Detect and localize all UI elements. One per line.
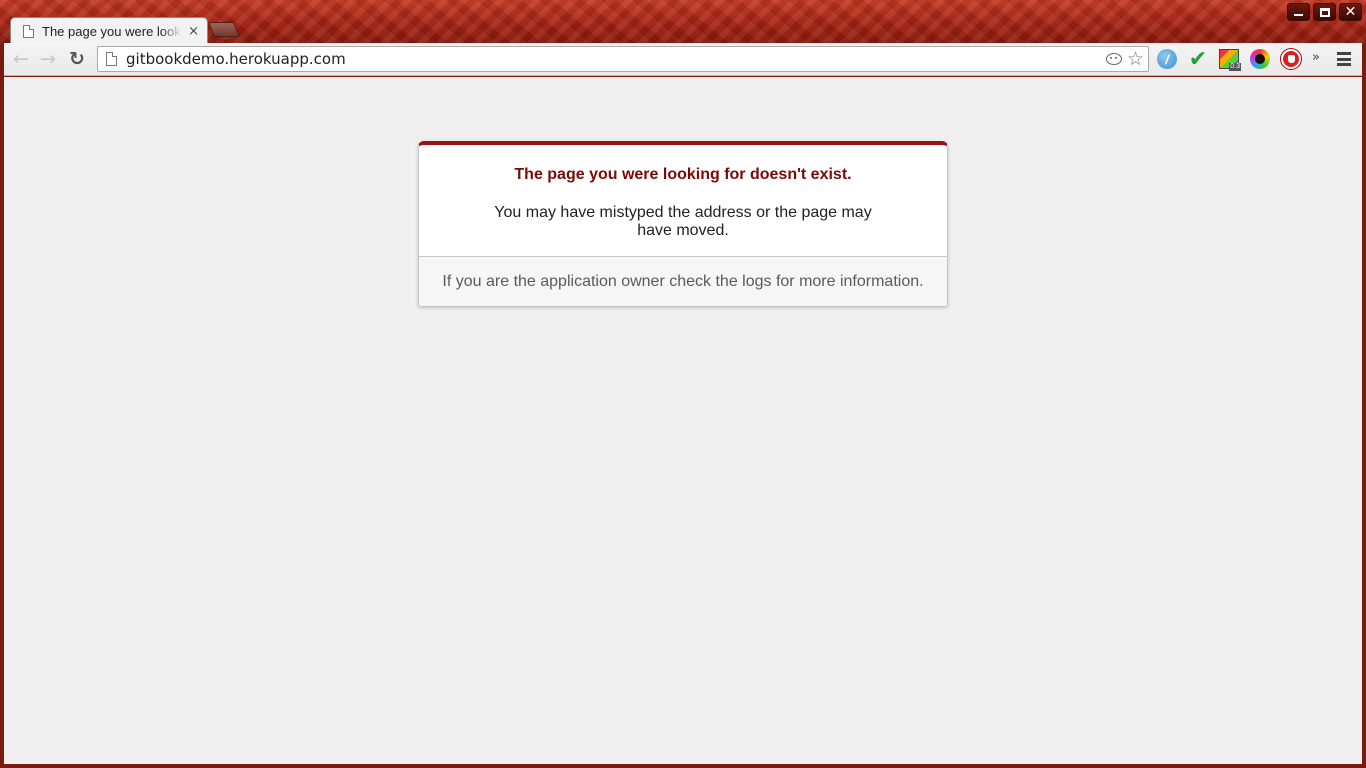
address-bar[interactable]: gitbookdemo.herokuapp.com ☆ xyxy=(97,46,1149,72)
minimize-icon xyxy=(1294,14,1303,16)
error-card: The page you were looking for doesn't ex… xyxy=(418,141,948,307)
reddit-icon[interactable] xyxy=(1105,53,1122,65)
page-icon xyxy=(106,52,117,66)
url-text[interactable]: gitbookdemo.herokuapp.com xyxy=(126,50,1106,68)
error-message: You may have mistyped the address or the… xyxy=(494,204,872,239)
extensions-overflow-icon[interactable]: » xyxy=(1312,50,1320,65)
color-grid-icon[interactable]: 0.3 xyxy=(1219,49,1241,71)
color-wheel-icon[interactable] xyxy=(1250,49,1270,69)
maximize-icon xyxy=(1319,7,1330,17)
stop-hand-icon[interactable] xyxy=(1281,49,1301,69)
feather-icon[interactable]: / xyxy=(1157,49,1177,69)
error-heading: The page you were looking for doesn't ex… xyxy=(514,166,852,183)
checkmark-icon[interactable]: ✔ xyxy=(1188,47,1208,72)
minimize-button[interactable] xyxy=(1287,3,1310,21)
new-tab-button[interactable] xyxy=(207,22,241,37)
forward-button[interactable]: → xyxy=(37,48,59,70)
tab-close-icon[interactable]: × xyxy=(188,24,199,39)
page-icon xyxy=(23,24,34,38)
forward-arrow-icon: → xyxy=(40,48,56,70)
close-icon: ✕ xyxy=(1344,4,1357,20)
reload-button[interactable]: ↻ xyxy=(66,48,88,70)
tab-active[interactable]: The page you were looking for doesn't ex… xyxy=(10,17,208,44)
ext-badge: 0.3 xyxy=(1229,63,1241,71)
close-window-button[interactable]: ✕ xyxy=(1339,3,1362,21)
tab-title: The page you were looking for doesn't ex… xyxy=(42,23,182,39)
window-controls: ✕ xyxy=(1287,3,1362,21)
browser-toolbar: ← → ↻ gitbookdemo.herokuapp.com ☆ / ✔ 0.… xyxy=(4,43,1362,76)
bookmark-star-icon[interactable]: ☆ xyxy=(1127,49,1144,69)
back-button[interactable]: ← xyxy=(10,48,32,70)
maximize-button[interactable] xyxy=(1313,3,1336,21)
reload-icon: ↻ xyxy=(69,48,85,70)
page-viewport: The page you were looking for doesn't ex… xyxy=(4,77,1362,764)
error-footer: If you are the application owner check t… xyxy=(419,256,947,306)
error-card-body: The page you were looking for doesn't ex… xyxy=(419,145,947,256)
back-arrow-icon: ← xyxy=(13,48,29,70)
menu-icon[interactable] xyxy=(1337,51,1351,67)
